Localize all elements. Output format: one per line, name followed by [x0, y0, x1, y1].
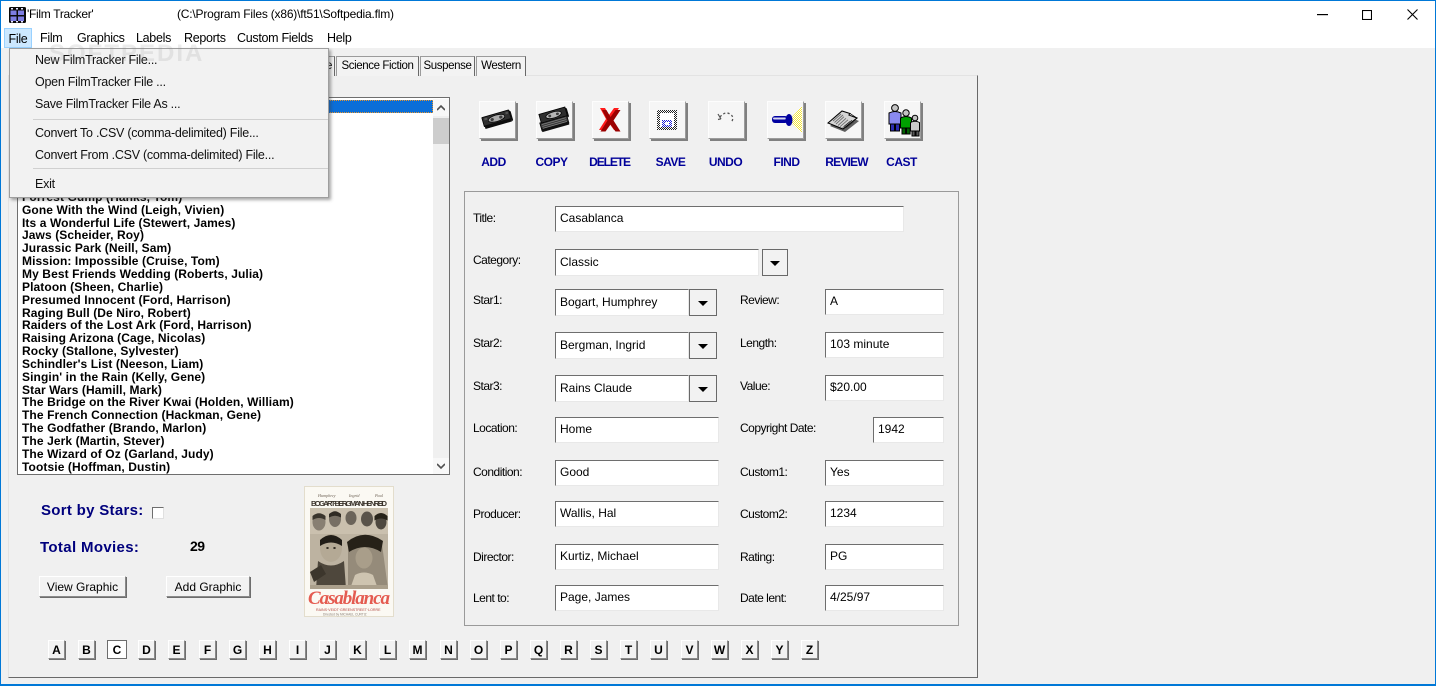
svg-text:RAINS·VEIDT·GREENSTREET·LORRE: RAINS·VEIDT·GREENSTREET·LORRE: [316, 608, 381, 612]
svg-text:Paul: Paul: [374, 493, 384, 498]
svg-text:Directed by MICHAEL CURTIZ: Directed by MICHAEL CURTIZ: [323, 613, 367, 617]
svg-text:Casablanca: Casablanca: [308, 588, 391, 609]
svg-text:BOGART·BERGMAN·HENREID: BOGART·BERGMAN·HENREID: [311, 499, 388, 508]
svg-text:Ingrid: Ingrid: [348, 493, 360, 498]
svg-text:Humphrey: Humphrey: [317, 493, 336, 498]
